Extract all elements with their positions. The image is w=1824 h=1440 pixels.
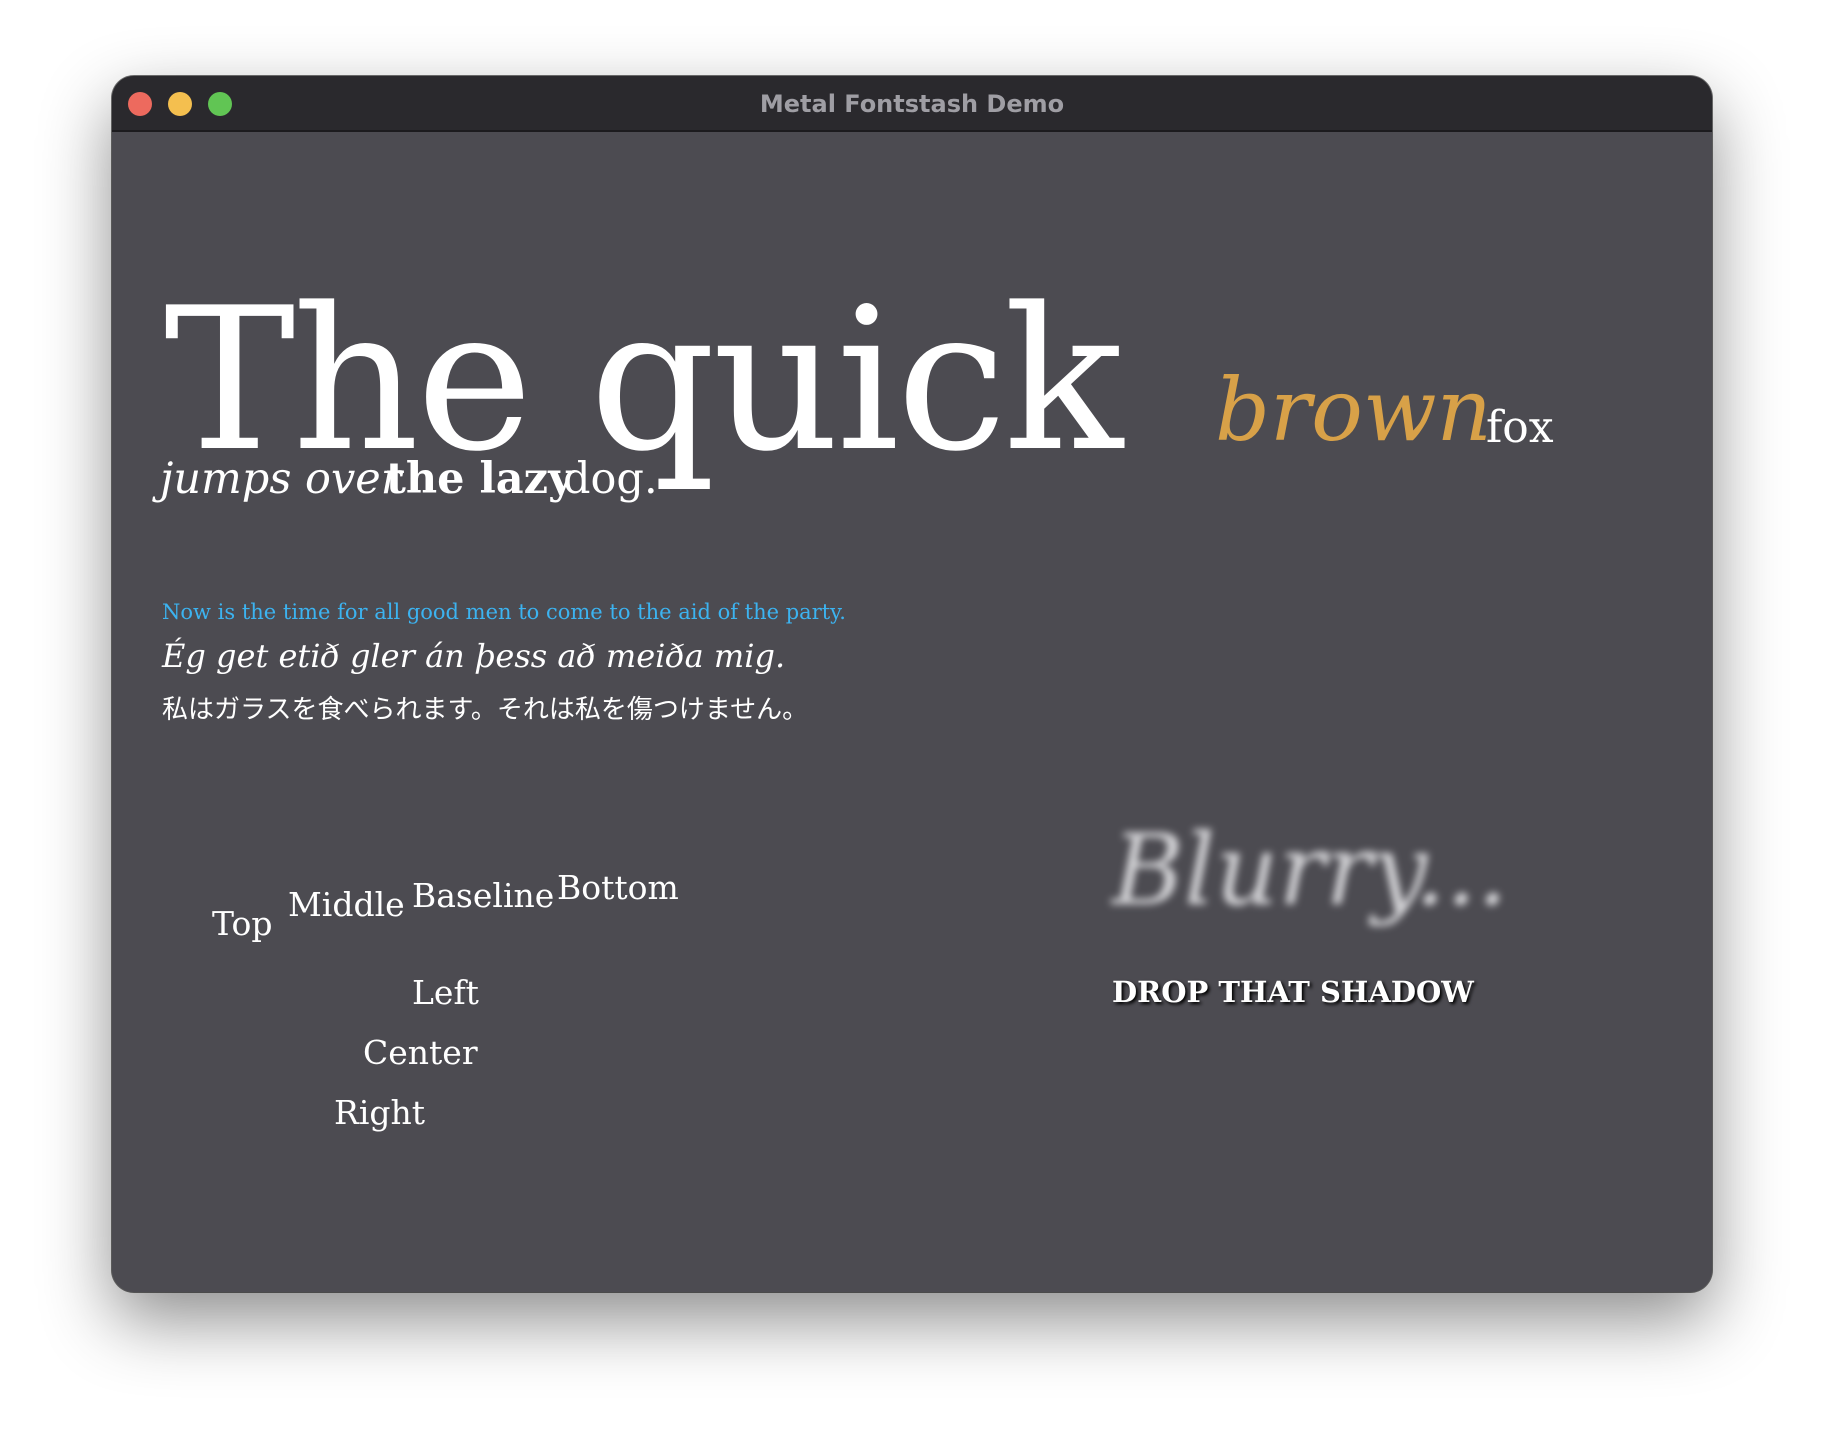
render-canvas: The quick brown fox jumps over the lazy … [112, 132, 1712, 1292]
blurry-text: Blurry... [1112, 814, 1508, 928]
align-bottom-label: Bottom [557, 868, 679, 907]
window-title: Metal Fontstash Demo [759, 90, 1065, 118]
align-top-label: Top [212, 904, 273, 943]
headline-brown: brown [1215, 361, 1492, 461]
blue-sentence: Now is the time for all good men to come… [162, 600, 846, 624]
align-baseline-label: Baseline [412, 876, 555, 915]
icelandic-sentence: Ég get etið gler án þess að meiða mig. [162, 637, 786, 675]
align-left-label: Left [412, 973, 479, 1012]
headline-jumps-over: jumps over [160, 454, 402, 504]
app-window: Metal Fontstash Demo The quick brown fox… [112, 76, 1712, 1292]
headline-the-lazy: the lazy [386, 454, 574, 504]
headline-dog: dog. [563, 454, 658, 504]
align-center-label: Center [363, 1033, 478, 1072]
align-right-label: Right [334, 1093, 426, 1132]
japanese-sentence: 私はガラスを食べられます。それは私を傷つけません。 [162, 695, 809, 725]
align-middle-label: Middle [288, 885, 405, 924]
drop-shadow-text: DROP THAT SHADOW [1112, 975, 1474, 1009]
headline-fox: fox [1486, 402, 1554, 453]
headline-the-quick: The quick [164, 266, 1123, 495]
title-bar[interactable]: Metal Fontstash Demo [112, 76, 1712, 132]
